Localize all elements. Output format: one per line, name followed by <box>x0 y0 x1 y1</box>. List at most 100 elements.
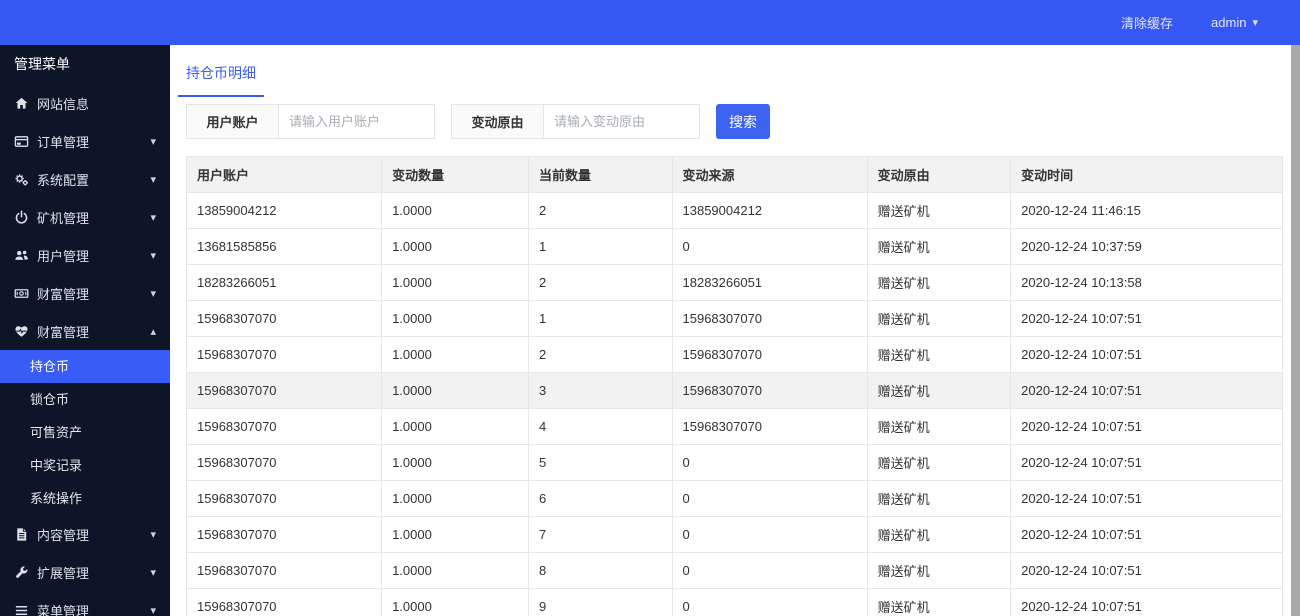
sidebar-item-user-management[interactable]: 用户管理 ▾ <box>0 236 170 274</box>
cell-change-reason: 赠送矿机 <box>866 264 1012 301</box>
tab-position-coin-detail[interactable]: 持仓币明细 <box>178 61 264 97</box>
scrollbar-thumb[interactable] <box>1291 45 1300 616</box>
sidebar-subitem-position-coin[interactable]: 持仓币 <box>0 350 170 383</box>
wrench-icon <box>14 565 30 580</box>
sidebar-item-system-config[interactable]: 系统配置 ▾ <box>0 160 170 198</box>
cell-change-source: 0 <box>671 552 868 589</box>
cell-current-amount: 2 <box>527 336 673 373</box>
table-row: 15968307070 1.0000 9 0 赠送矿机 2020-12-24 10:07:… <box>185 588 1283 616</box>
column-header: 当前数量 <box>527 156 673 193</box>
cell-user-account: 15968307070 <box>185 372 383 409</box>
chevron-down-icon: ▾ <box>1252 17 1258 29</box>
table-wrap: 用户账户 变动数量 当前数量 变动来源 变动原由 变动时间 13859004212 1.00… <box>185 156 1283 616</box>
cell-change-amount: 1.0000 <box>381 480 529 517</box>
cell-change-time: 2020-12-24 10:07:51 <box>1010 516 1283 553</box>
cell-current-amount: 1 <box>527 228 673 265</box>
sidebar: 管理菜单 网站信息 订单管理 ▾ 系统配置 ▾ 矿机管理 ▾ 用户管理 ▾ 财富管理 ▾ 财富管理 ▴ 持… <box>0 45 170 616</box>
sidebar-item-extension-management[interactable]: 扩展管理 ▾ <box>0 553 170 591</box>
sidebar-item-website-info[interactable]: 网站信息 <box>0 84 170 122</box>
cell-change-time: 2020-12-24 10:07:51 <box>1010 336 1283 373</box>
cell-change-time: 2020-12-24 10:37:59 <box>1010 228 1283 265</box>
table-row: 15968307070 1.0000 6 0 赠送矿机 2020-12-24 10:07:… <box>185 480 1283 517</box>
cell-user-account: 13681585856 <box>185 228 383 265</box>
cell-change-time: 2020-12-24 10:07:51 <box>1010 588 1283 616</box>
cell-current-amount: 1 <box>527 300 673 337</box>
cell-change-reason: 赠送矿机 <box>866 552 1012 589</box>
sidebar-title: 管理菜单 <box>14 56 70 72</box>
cell-change-reason: 赠送矿机 <box>866 588 1012 616</box>
cell-user-account: 15968307070 <box>185 408 383 445</box>
sidebar-item-content-management[interactable]: 内容管理 ▾ <box>0 515 170 553</box>
cell-user-account: 18283266051 <box>185 264 383 301</box>
gears-icon <box>14 172 30 187</box>
sidebar-item-label: 矿机管理 <box>37 210 90 226</box>
table-row: 15968307070 1.0000 3 15968307070 赠送矿机 2020-12… <box>185 372 1283 409</box>
sidebar-item-label: 菜单管理 <box>37 603 90 616</box>
cell-current-amount: 3 <box>527 372 673 409</box>
sidebar-menu: 网站信息 订单管理 ▾ 系统配置 ▾ 矿机管理 ▾ 用户管理 ▾ 财富管理 ▾ 财富管理 ▴ 持仓币 锁仓币… <box>0 84 170 616</box>
sidebar-item-miner-management[interactable]: 矿机管理 ▾ <box>0 198 170 236</box>
table-row: 15968307070 1.0000 8 0 赠送矿机 2020-12-24 10:07:… <box>185 552 1283 589</box>
cell-user-account: 15968307070 <box>185 480 383 517</box>
table-row: 15968307070 1.0000 5 0 赠送矿机 2020-12-24 10:07:… <box>185 444 1283 481</box>
scrollbar[interactable] <box>1291 45 1300 616</box>
search-form: 用户账户 变动原由 搜索 <box>186 104 1283 139</box>
column-header: 变动时间 <box>1010 156 1283 193</box>
sidebar-item-menu-management[interactable]: 菜单管理 ▾ <box>0 591 170 616</box>
cell-current-amount: 2 <box>527 192 673 229</box>
caret-up-icon: ▴ <box>150 325 156 338</box>
cell-change-time: 2020-12-24 10:07:51 <box>1010 300 1283 337</box>
sidebar-item-order-management[interactable]: 订单管理 ▾ <box>0 122 170 160</box>
cell-change-source: 0 <box>671 444 868 481</box>
sidebar-subitem-winning-records[interactable]: 中奖记录 <box>0 449 170 482</box>
sidebar-item-label: 财富管理 <box>37 286 90 302</box>
cell-change-time: 2020-12-24 10:07:51 <box>1010 408 1283 445</box>
users-icon <box>14 248 30 263</box>
user-account-input[interactable] <box>278 104 435 139</box>
cell-user-account: 15968307070 <box>185 552 383 589</box>
cell-user-account: 15968307070 <box>185 336 383 373</box>
heartbeat-icon <box>14 324 30 339</box>
cell-change-amount: 1.0000 <box>381 372 529 409</box>
clear-cache-link[interactable]: 清除缓存 <box>1121 13 1173 32</box>
caret-down-icon: ▾ <box>150 287 156 300</box>
sidebar-item-wealth-management[interactable]: 财富管理 ▾ <box>0 274 170 312</box>
sidebar-item-label: 订单管理 <box>37 134 90 150</box>
cell-current-amount: 7 <box>527 516 673 553</box>
cell-change-reason: 赠送矿机 <box>866 408 1012 445</box>
cell-change-amount: 1.0000 <box>381 408 529 445</box>
user-menu[interactable]: admin ▾ <box>1211 15 1258 30</box>
data-table: 用户账户 变动数量 当前数量 变动来源 变动原由 变动时间 13859004212 1.00… <box>185 156 1283 616</box>
column-header: 变动数量 <box>381 156 529 193</box>
sidebar-item-label: 内容管理 <box>37 527 90 543</box>
cell-change-amount: 1.0000 <box>381 552 529 589</box>
column-header: 变动来源 <box>671 156 868 193</box>
caret-down-icon: ▾ <box>150 249 156 262</box>
cell-change-time: 2020-12-24 10:07:51 <box>1010 480 1283 517</box>
cell-current-amount: 4 <box>527 408 673 445</box>
sidebar-subitem-system-operations[interactable]: 系统操作 <box>0 482 170 515</box>
sidebar-item-label: 扩展管理 <box>37 565 90 581</box>
list-icon <box>14 603 30 616</box>
table-header-row: 用户账户 变动数量 当前数量 变动来源 变动原由 变动时间 <box>185 156 1283 193</box>
caret-down-icon: ▾ <box>150 135 156 148</box>
cell-change-reason: 赠送矿机 <box>866 444 1012 481</box>
cell-user-account: 15968307070 <box>185 516 383 553</box>
field-label: 用户账户 <box>186 104 278 139</box>
money-icon <box>14 286 30 301</box>
input-group-change-reason-input: 变动原由 <box>451 104 700 139</box>
sidebar-item-wealth-management-2[interactable]: 财富管理 ▴ <box>0 312 170 350</box>
cell-change-amount: 1.0000 <box>381 300 529 337</box>
sidebar-subitem-sellable-assets[interactable]: 可售资产 <box>0 416 170 449</box>
search-button[interactable]: 搜索 <box>716 104 770 139</box>
cell-change-source: 0 <box>671 516 868 553</box>
cell-change-time: 2020-12-24 10:07:51 <box>1010 372 1283 409</box>
main-content: 持仓币明细 用户账户 变动原由搜索 用户账户变动数量当前数量变动来源变动原由变动时… <box>170 45 1300 616</box>
cell-change-source: 13859004212 <box>671 192 868 229</box>
input-group-user-account-input: 用户账户 <box>186 104 435 139</box>
home-icon <box>14 96 30 111</box>
power-icon <box>14 209 30 225</box>
change-reason-input[interactable] <box>543 104 700 139</box>
sidebar-subitem-locked-coin[interactable]: 锁仓币 <box>0 383 170 416</box>
caret-down-icon: ▾ <box>150 566 156 579</box>
